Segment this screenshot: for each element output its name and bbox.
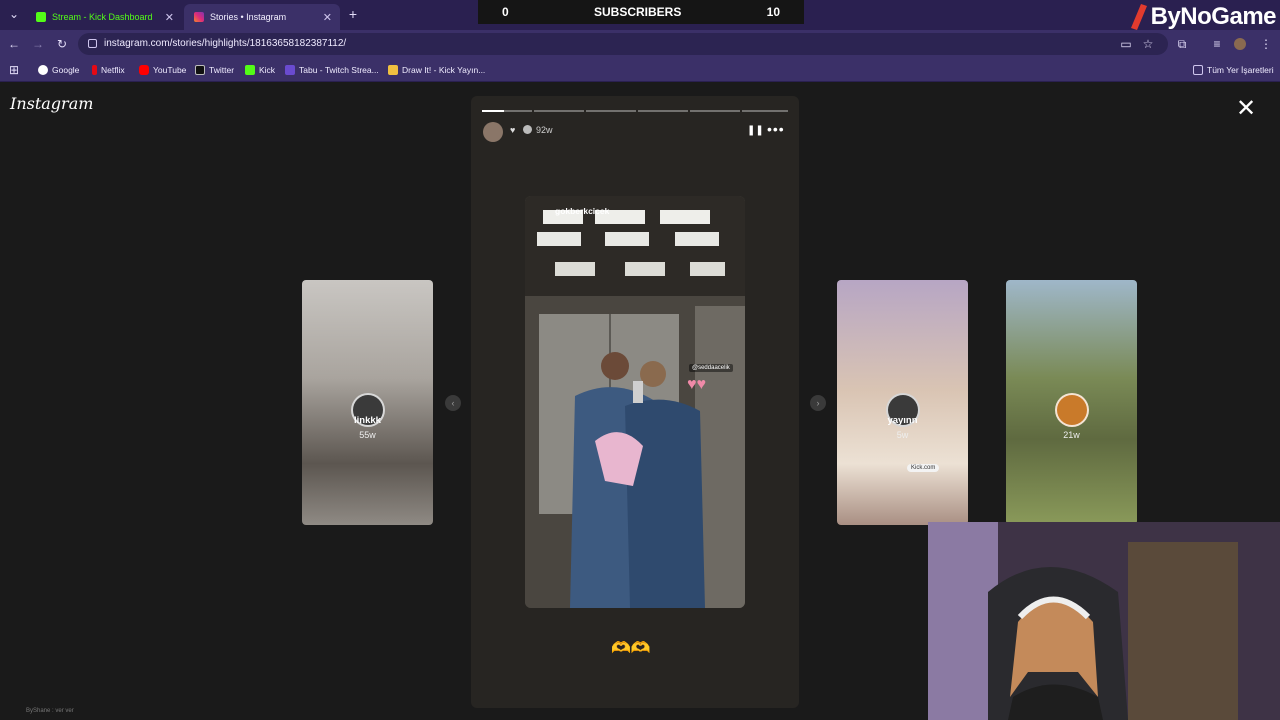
bookmark-netflix[interactable]: Netflix [92, 63, 125, 77]
close-icon[interactable]: ✕ [165, 11, 174, 24]
bookmark-star-icon[interactable]: ☆ [1140, 36, 1156, 52]
story-username: linkkk [354, 415, 381, 426]
subscriber-goal-overlay: 0 SUBSCRIBERS 10 [478, 0, 804, 24]
kick-link-sticker: Kick.com [907, 464, 940, 472]
brand-overlay: ByNoGame [1129, 0, 1277, 34]
draw-it-icon [388, 65, 398, 75]
extensions-icon[interactable]: ⧉ [1174, 36, 1190, 52]
netflix-icon [92, 65, 97, 75]
story-username: yayınn [887, 415, 918, 426]
elevator-photo [525, 196, 745, 608]
progress-segment [690, 110, 740, 112]
instagram-logo[interactable]: Instagram [10, 94, 93, 113]
photo-mention-sticker: @seddaacelik [689, 364, 733, 372]
browser-tab-bar: ⌄ Stream - Kick Dashboard ✕ Stories • In… [0, 0, 1280, 30]
verified-icon [523, 125, 532, 134]
story-avatar[interactable] [483, 122, 503, 142]
media-controls-icon[interactable]: ≡ [1209, 36, 1225, 52]
bookmark-label: Google [52, 65, 80, 75]
story-avatar [1054, 392, 1089, 427]
overlay-left-count: 0 [502, 5, 509, 19]
apps-grid-icon[interactable]: ⊞ [6, 62, 22, 78]
bookmark-label: Kick [259, 65, 276, 75]
progress-segment [742, 110, 788, 112]
tab-kick-dashboard[interactable]: Stream - Kick Dashboard ✕ [26, 4, 182, 30]
bookmarks-folder[interactable]: Tüm Yer İşaretleri [1193, 63, 1274, 77]
install-app-icon[interactable]: ▭ [1118, 36, 1134, 52]
tab-label: Stream - Kick Dashboard [52, 12, 153, 22]
bookmark-youtube[interactable]: YouTube [139, 63, 186, 77]
story-age: 55w [359, 430, 376, 440]
forward-icon[interactable]: → [30, 36, 46, 52]
more-options-icon[interactable]: ••• [767, 121, 785, 137]
stream-watermark: ByShane : ver ver [26, 708, 74, 714]
hearts-sticker-icon: ♥♥ [687, 376, 706, 393]
bookmark-label: Netflix [101, 65, 125, 75]
webcam-overlay [928, 522, 1280, 720]
heart-icon: ♥ [510, 125, 516, 135]
progress-segment [586, 110, 636, 112]
tab-label: Stories • Instagram [210, 12, 287, 22]
bookmarks-folder-label: Tüm Yer İşaretleri [1207, 65, 1274, 75]
bookmark-label: Twitter [209, 65, 235, 75]
story-viewer[interactable]: ♥ 92w ❚❚ ••• gokberkcicek @seddaacelik ♥… [471, 96, 799, 708]
new-tab-icon[interactable]: + [345, 6, 361, 22]
site-info-icon[interactable] [88, 39, 97, 48]
close-story-icon[interactable]: ✕ [1234, 97, 1258, 122]
folder-icon [1193, 65, 1203, 75]
x-icon [195, 65, 205, 75]
back-icon[interactable]: ← [6, 36, 22, 52]
progress-segment [482, 110, 532, 112]
photo-username-sticker: gokberkcicek [555, 206, 610, 216]
tab-search-icon[interactable]: ⌄ [6, 6, 22, 22]
tab-instagram-stories[interactable]: Stories • Instagram ✕ [184, 4, 340, 30]
overlay-title: SUBSCRIBERS [593, 5, 682, 19]
next-story-arrow-icon[interactable]: › [810, 395, 826, 411]
reload-icon[interactable]: ↻ [54, 36, 70, 52]
story-time: 92w [536, 125, 553, 135]
progress-segment [534, 110, 584, 112]
kick-icon [245, 65, 255, 75]
progress-segment [638, 110, 688, 112]
instagram-favicon-icon [194, 12, 204, 22]
youtube-icon [139, 65, 149, 75]
bookmark-draw-it[interactable]: Draw It! - Kick Yayın... [388, 63, 485, 77]
side-story-next-2[interactable]: 21w [1006, 280, 1137, 525]
pause-icon[interactable]: ❚❚ [747, 125, 764, 136]
previous-story-arrow-icon[interactable]: ‹ [445, 395, 461, 411]
close-icon[interactable]: ✕ [323, 11, 332, 24]
story-caption: 🫶🫶 [611, 640, 651, 657]
profile-avatar[interactable] [1232, 36, 1248, 52]
bookmark-tabu[interactable]: Tabu - Twitch Strea... [285, 63, 379, 77]
google-icon [38, 65, 48, 75]
webcam-feed [928, 522, 1280, 720]
bookmark-label: Draw It! - Kick Yayın... [402, 65, 486, 75]
bookmark-google[interactable]: Google [38, 63, 79, 77]
bookmark-label: YouTube [153, 65, 187, 75]
browser-toolbar: ← → ↻ instagram.com/stories/highlights/1… [0, 30, 1280, 58]
brand-logo-icon [1130, 4, 1147, 30]
menu-kebab-icon[interactable]: ⋮ [1258, 36, 1274, 52]
bookmark-label: Tabu - Twitch Strea... [299, 65, 379, 75]
side-story-previous[interactable]: linkkk 55w [302, 280, 433, 525]
overlay-right-count: 10 [766, 5, 780, 19]
bookmark-kick[interactable]: Kick [245, 63, 275, 77]
bookmark-twitter[interactable]: Twitter [195, 63, 234, 77]
url-text: instagram.com/stories/highlights/1816365… [104, 38, 347, 49]
story-age: 5w [896, 430, 909, 440]
brand-name: ByNoGame [1150, 3, 1277, 30]
bookmarks-bar: ⊞ Google Netflix YouTube Twitter Kick Ta… [0, 58, 1280, 82]
story-photo: gokberkcicek @seddaacelik ♥♥ [525, 196, 745, 608]
story-age: 21w [1063, 430, 1080, 440]
address-bar[interactable]: instagram.com/stories/highlights/1816365… [78, 33, 1168, 55]
side-story-next[interactable]: yayınn 5w Kick.com [837, 280, 968, 525]
tabu-icon [285, 65, 295, 75]
kick-favicon-icon [36, 12, 46, 22]
